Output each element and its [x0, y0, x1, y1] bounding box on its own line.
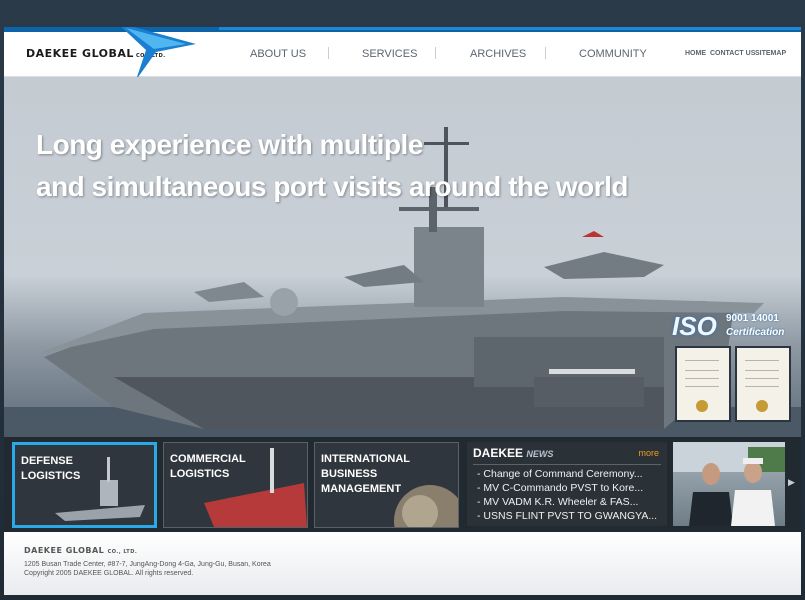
news-item[interactable]: - MV VADM K.R. Wheeler & FAS... [477, 496, 638, 508]
cert-line [745, 370, 779, 371]
website: DAEKEE GLOBALCO., LTD. ABOUT US SERVICES… [4, 27, 801, 595]
util-contact-link[interactable]: CONTACT US [710, 50, 755, 57]
iso-caption: Certification [726, 327, 785, 338]
seal-icon [756, 400, 768, 412]
news-item[interactable]: - Change of Command Ceremony... [477, 468, 643, 480]
nav-divider [545, 47, 546, 59]
tile-label: COMMERCIAL LOGISTICS [170, 453, 246, 480]
cert-line [685, 378, 719, 379]
hero-banner: Long experience with multiple and simulta… [4, 77, 801, 437]
nav-community[interactable]: COMMUNITY [579, 48, 647, 60]
services-band: DEFENSE LOGISTICS COMMERCIAL LOGISTICS INT… [4, 437, 801, 532]
cert-line [685, 370, 719, 371]
iso-certificate-14001[interactable] [735, 346, 791, 422]
site-footer: DAEKEE GLOBAL CO., LTD. 1205 Busan Trade… [4, 532, 801, 595]
news-divider [473, 464, 661, 465]
tile-label: DEFENSE LOGISTICS [21, 455, 81, 482]
cert-line [745, 378, 779, 379]
footer-address: 1205 Busan Trade Center, #87-7, JungAng-… [24, 561, 271, 568]
iso-certificate-9001[interactable] [675, 346, 731, 422]
tile-commercial-logistics[interactable]: COMMERCIAL LOGISTICS [163, 442, 308, 528]
news-item[interactable]: - USNS FLINT PVST TO GWANGYA... [477, 510, 657, 522]
cert-line [745, 360, 779, 361]
cert-line [745, 386, 779, 387]
util-home-link[interactable]: HOME [685, 50, 706, 57]
nav-divider [328, 47, 329, 59]
nav-services[interactable]: SERVICES [362, 48, 417, 60]
news-photo[interactable] [673, 442, 785, 526]
tile-international-business[interactable]: INTERNATIONAL BUSINESS MANAGEMENT [314, 442, 459, 528]
nav-divider [435, 47, 436, 59]
news-next-arrow-icon[interactable]: ▶ [788, 477, 795, 488]
tile-defense-logistics[interactable]: DEFENSE LOGISTICS [12, 442, 157, 528]
site-header: DAEKEE GLOBALCO., LTD. ABOUT US SERVICES… [4, 27, 801, 80]
nav-about-us[interactable]: ABOUT US [250, 48, 306, 60]
util-sitemap-link[interactable]: SITEMAP [755, 50, 786, 57]
hero-headline: Long experience with multiple and simulta… [36, 129, 629, 202]
footer-copyright: Copyright 2005 DAEKEE GLOBAL. All rights… [24, 570, 194, 577]
news-more-link[interactable]: more [638, 448, 659, 458]
nav-archives[interactable]: ARCHIVES [470, 48, 526, 60]
seal-icon [696, 400, 708, 412]
iso-label: ISO [672, 311, 717, 341]
logo-swoosh-icon [121, 27, 196, 80]
news-panel: DAEKEE NEWS more - Change of Command Cer… [467, 442, 667, 526]
officers-photo-image [673, 442, 785, 526]
tile-label: INTERNATIONAL BUSINESS MANAGEMENT [321, 453, 411, 495]
cert-line [685, 360, 719, 361]
news-item[interactable]: - MV C-Commando PVST to Kore... [477, 482, 643, 494]
top-accent-bar-light [219, 27, 801, 30]
cert-line [685, 386, 719, 387]
iso-number: 9001 14001 [726, 313, 779, 324]
footer-logo: DAEKEE GLOBAL CO., LTD. [24, 546, 138, 555]
news-title: DAEKEE NEWS [473, 446, 554, 460]
